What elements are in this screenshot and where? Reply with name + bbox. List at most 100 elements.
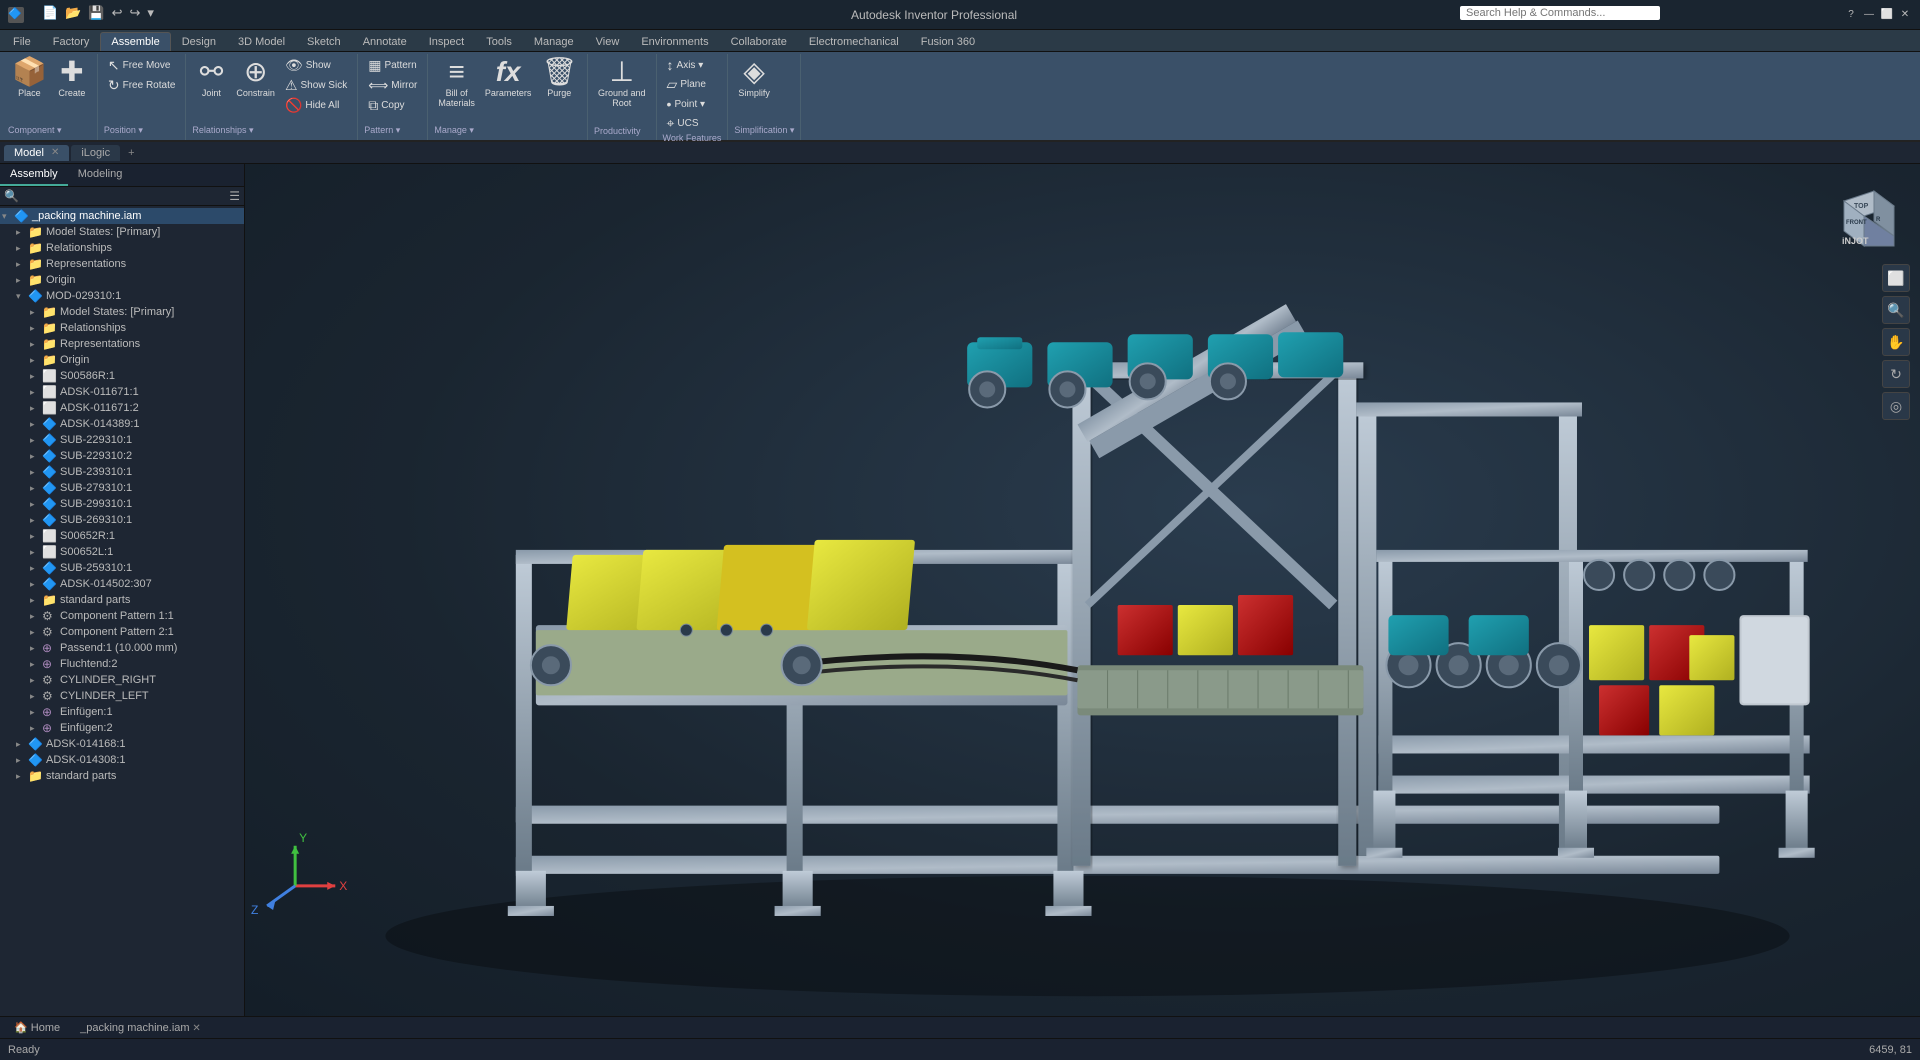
- tree-item[interactable]: ▸⬜ADSK-011671:2: [0, 400, 244, 416]
- tree-expand-icon[interactable]: ▸: [30, 627, 42, 638]
- tree-expand-icon[interactable]: ▸: [16, 739, 28, 750]
- menu-icon[interactable]: ☰: [229, 189, 240, 203]
- ribbon-tab-view[interactable]: View: [585, 32, 631, 51]
- tree-item[interactable]: ▸📁Relationships: [0, 240, 244, 256]
- tree-item[interactable]: ▸🔷ADSK-014389:1: [0, 416, 244, 432]
- create-btn[interactable]: ✚ Create: [53, 56, 91, 100]
- maximize-btn[interactable]: ⬜: [1880, 8, 1894, 22]
- save-btn[interactable]: 💾: [86, 4, 106, 22]
- tree-item[interactable]: ▸📁standard parts: [0, 768, 244, 784]
- ribbon-tab-factory[interactable]: Factory: [42, 32, 101, 51]
- tree-item[interactable]: ▸⬜S00652L:1: [0, 544, 244, 560]
- tree-item[interactable]: ▸⚙Component Pattern 2:1: [0, 624, 244, 640]
- close-btn[interactable]: ✕: [1898, 8, 1912, 22]
- pan-btn[interactable]: ✋: [1882, 328, 1910, 356]
- tree-expand-icon[interactable]: ▸: [30, 371, 42, 382]
- redo-btn[interactable]: ↪: [127, 4, 142, 22]
- ribbon-tab-electromechanical[interactable]: Electromechanical: [798, 32, 910, 51]
- tree-expand-icon[interactable]: ▸: [30, 531, 42, 542]
- ribbon-tab-tools[interactable]: Tools: [475, 32, 523, 51]
- free-rotate-btn[interactable]: ↻ Free Rotate: [104, 76, 180, 95]
- tree-expand-icon[interactable]: ▸: [30, 675, 42, 686]
- qat-more[interactable]: ▾: [145, 4, 156, 22]
- place-btn[interactable]: 📦 Place: [8, 56, 51, 100]
- tree-expand-icon[interactable]: ▸: [16, 275, 28, 286]
- zoom-extents-btn[interactable]: ⬜: [1882, 264, 1910, 292]
- ucs-btn[interactable]: ⌖ UCS: [663, 114, 710, 133]
- tree-expand-icon[interactable]: ▸: [30, 515, 42, 526]
- undo-btn[interactable]: ↩: [110, 4, 125, 22]
- tree-item[interactable]: ▸🔷SUB-229310:2: [0, 448, 244, 464]
- tree-item[interactable]: ▾🔷MOD-029310:1: [0, 288, 244, 304]
- tree-expand-icon[interactable]: ▸: [30, 595, 42, 606]
- tree-expand-icon[interactable]: ▸: [30, 323, 42, 334]
- tree-item[interactable]: ▸📁Relationships: [0, 320, 244, 336]
- tree-expand-icon[interactable]: ▸: [30, 579, 42, 590]
- bom-btn[interactable]: ≡ Bill of Materials: [434, 56, 479, 110]
- tree-expand-icon[interactable]: ▸: [30, 547, 42, 558]
- copy-btn[interactable]: ⧉ Copy: [364, 96, 421, 115]
- ribbon-tab-3dmodel[interactable]: 3D Model: [227, 32, 296, 51]
- tree-item[interactable]: ▸🔷SUB-279310:1: [0, 480, 244, 496]
- tree-expand-icon[interactable]: ▸: [30, 643, 42, 654]
- tree-item[interactable]: ▸⬜S00586R:1: [0, 368, 244, 384]
- purge-btn[interactable]: 🗑 Purge: [537, 56, 581, 100]
- model-tab-ilogic[interactable]: iLogic: [71, 145, 120, 161]
- model-tab-model[interactable]: Model ✕: [4, 145, 69, 161]
- ribbon-tab-file[interactable]: File: [2, 32, 42, 51]
- tree-item[interactable]: ▸📁Model States: [Primary]: [0, 304, 244, 320]
- tree-item[interactable]: ▸📁Model States: [Primary]: [0, 224, 244, 240]
- parameters-btn[interactable]: fx Parameters: [481, 56, 536, 100]
- search-icon[interactable]: 🔍: [4, 189, 19, 203]
- ribbon-tab-annotate[interactable]: Annotate: [352, 32, 418, 51]
- minimize-btn[interactable]: —: [1862, 8, 1876, 22]
- ribbon-tab-design[interactable]: Design: [171, 32, 227, 51]
- plane-btn[interactable]: ▱ Plane: [663, 75, 710, 94]
- tree-item[interactable]: ▸🔷ADSK-014502:307: [0, 576, 244, 592]
- tree-item[interactable]: ▸🔷SUB-239310:1: [0, 464, 244, 480]
- search-bar[interactable]: [1460, 6, 1660, 20]
- open-btn[interactable]: 📂: [63, 4, 83, 22]
- add-tab-btn[interactable]: +: [122, 143, 140, 163]
- bottom-tab-packing[interactable]: _packing machine.iam ✕: [74, 1020, 207, 1036]
- tree-expand-icon[interactable]: ▸: [16, 227, 28, 238]
- tree-item[interactable]: ▸📁Representations: [0, 336, 244, 352]
- tree-expand-icon[interactable]: ▾: [16, 291, 28, 302]
- tree-expand-icon[interactable]: ▸: [30, 355, 42, 366]
- free-move-btn[interactable]: ↖ Free Move: [104, 56, 180, 75]
- tree-expand-icon[interactable]: ▸: [30, 499, 42, 510]
- tree-item[interactable]: ▸📁Representations: [0, 256, 244, 272]
- tree-expand-icon[interactable]: ▸: [30, 435, 42, 446]
- tree-expand-icon[interactable]: ▸: [30, 387, 42, 398]
- tree-item[interactable]: ▸⊕Fluchtend:2: [0, 656, 244, 672]
- point-btn[interactable]: • Point ▾: [663, 95, 710, 113]
- tree-expand-icon[interactable]: ▸: [30, 611, 42, 622]
- tree-expand-icon[interactable]: ▸: [30, 691, 42, 702]
- tree-expand-icon[interactable]: ▸: [30, 563, 42, 574]
- help-btn[interactable]: ?: [1844, 8, 1858, 22]
- tree-expand-icon[interactable]: ▸: [16, 755, 28, 766]
- search-input[interactable]: [1466, 7, 1654, 19]
- tree-item[interactable]: ▸🔷ADSK-014308:1: [0, 752, 244, 768]
- tree-item[interactable]: ▸⊕Einfügen:1: [0, 704, 244, 720]
- ground-root-btn[interactable]: ⊥ Ground and Root: [594, 56, 650, 110]
- bottom-tab-close[interactable]: ✕: [190, 1023, 201, 1034]
- ribbon-tab-manage[interactable]: Manage: [523, 32, 585, 51]
- tree-item[interactable]: ▸📁Origin: [0, 352, 244, 368]
- tree-item[interactable]: ▸⚙CYLINDER_LEFT: [0, 688, 244, 704]
- tree-expand-icon[interactable]: ▸: [30, 339, 42, 350]
- tree-item[interactable]: ▸🔷SUB-229310:1: [0, 432, 244, 448]
- mirror-btn[interactable]: ⟺ Mirror: [364, 76, 421, 95]
- simplify-btn[interactable]: ◈ Simplify: [734, 56, 774, 100]
- bottom-tab-home[interactable]: 🏠 Home: [8, 1019, 66, 1036]
- ribbon-tab-sketch[interactable]: Sketch: [296, 32, 352, 51]
- tree-expand-icon[interactable]: ▸: [30, 707, 42, 718]
- tree-expand-icon[interactable]: ▸: [30, 419, 42, 430]
- tree-item[interactable]: ▸📁standard parts: [0, 592, 244, 608]
- orbit-btn[interactable]: ↻: [1882, 360, 1910, 388]
- modeling-tab[interactable]: Modeling: [68, 164, 133, 186]
- model-tab-close[interactable]: ✕: [51, 147, 59, 158]
- tree-item[interactable]: ▸⊕Einfügen:2: [0, 720, 244, 736]
- ribbon-tab-inspect[interactable]: Inspect: [418, 32, 475, 51]
- tree-item[interactable]: ▸🔷SUB-259310:1: [0, 560, 244, 576]
